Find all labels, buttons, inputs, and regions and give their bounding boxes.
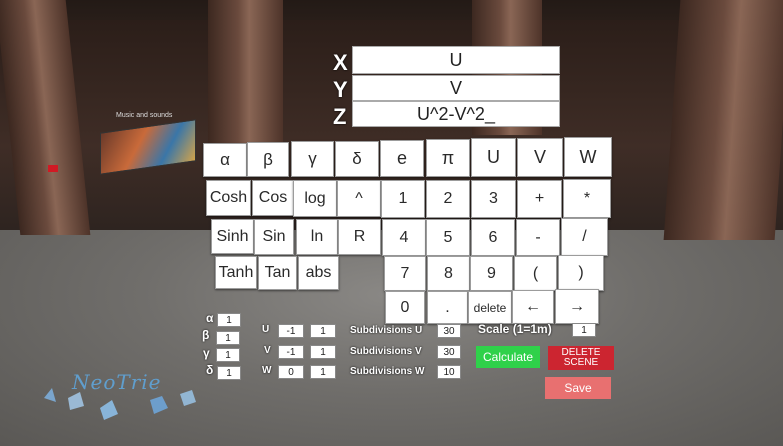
- v-max-input[interactable]: 1: [310, 345, 336, 359]
- key-tan[interactable]: Tan: [258, 256, 297, 290]
- vr-scene: Music and sounds X U Y V Z U^2-V^2_ α β …: [0, 0, 783, 446]
- y-field[interactable]: V: [352, 75, 560, 101]
- subdivisions-v-label: Subdivisions V: [350, 346, 422, 357]
- key-power[interactable]: ^: [337, 180, 381, 217]
- key-sinh[interactable]: Sinh: [211, 219, 254, 254]
- scale-label: Scale (1=1m): [478, 322, 552, 336]
- pillar: [663, 0, 783, 240]
- key-2[interactable]: 2: [426, 180, 470, 218]
- key-log[interactable]: log: [293, 180, 337, 217]
- key-delta[interactable]: δ: [335, 141, 379, 177]
- key-u[interactable]: U: [471, 138, 516, 177]
- w-max-input[interactable]: 1: [310, 365, 336, 379]
- u-min-input[interactable]: -1: [278, 324, 304, 338]
- delete-scene-button[interactable]: DELETE SCENE: [548, 346, 614, 370]
- x-field[interactable]: U: [352, 46, 560, 74]
- v-min-input[interactable]: -1: [278, 345, 304, 359]
- key-arrow-left[interactable]: ←: [512, 290, 554, 324]
- key-decimal[interactable]: .: [427, 291, 468, 324]
- key-3[interactable]: 3: [471, 180, 516, 218]
- key-sin[interactable]: Sin: [254, 219, 294, 255]
- key-arrow-right[interactable]: →: [555, 289, 599, 324]
- delta-input[interactable]: 1: [217, 366, 241, 380]
- z-field[interactable]: U^2-V^2_: [352, 101, 560, 127]
- key-pi[interactable]: π: [426, 139, 470, 177]
- u-max-input[interactable]: 1: [310, 324, 336, 338]
- key-open-paren[interactable]: (: [514, 256, 557, 291]
- key-6[interactable]: 6: [471, 219, 515, 256]
- key-cosh[interactable]: Cosh: [206, 180, 251, 216]
- x-label: X: [333, 50, 348, 75]
- key-tanh[interactable]: Tanh: [215, 256, 257, 289]
- key-close-paren[interactable]: ): [558, 255, 604, 291]
- z-label: Z: [333, 104, 347, 129]
- w-min-input[interactable]: 0: [278, 365, 304, 379]
- scale-input[interactable]: 1: [572, 323, 596, 337]
- key-r[interactable]: R: [338, 219, 381, 255]
- key-e[interactable]: e: [380, 140, 424, 177]
- subdivisions-w-input[interactable]: 10: [437, 365, 461, 379]
- u-range-label: U: [262, 324, 270, 335]
- beta-input[interactable]: 1: [216, 331, 240, 345]
- key-5[interactable]: 5: [426, 219, 470, 256]
- y-label: Y: [333, 77, 348, 102]
- key-8[interactable]: 8: [427, 256, 470, 291]
- key-1[interactable]: 1: [381, 180, 425, 218]
- key-abs[interactable]: abs: [298, 256, 339, 290]
- save-button[interactable]: Save: [545, 377, 611, 399]
- key-minus[interactable]: -: [516, 219, 560, 256]
- key-v[interactable]: V: [517, 138, 563, 177]
- key-plus[interactable]: +: [517, 180, 562, 218]
- subdivisions-u-input[interactable]: 30: [437, 324, 461, 338]
- subdivisions-u-label: Subdivisions U: [350, 325, 423, 336]
- key-divide[interactable]: /: [561, 218, 608, 256]
- key-cos[interactable]: Cos: [252, 180, 294, 216]
- pillar: [208, 0, 283, 150]
- key-9[interactable]: 9: [470, 256, 513, 291]
- calculate-button[interactable]: Calculate: [476, 346, 540, 368]
- v-range-label: V: [264, 345, 271, 356]
- key-0[interactable]: 0: [385, 291, 425, 324]
- alpha-label: α: [206, 311, 214, 325]
- alpha-input[interactable]: 1: [217, 313, 241, 327]
- music-panel-title: Music and sounds: [116, 112, 173, 119]
- key-ln[interactable]: ln: [296, 219, 338, 255]
- logo-shapes-icon: [44, 388, 196, 420]
- key-multiply[interactable]: *: [563, 179, 611, 218]
- subdivisions-v-input[interactable]: 30: [437, 345, 461, 359]
- key-delete[interactable]: delete: [468, 291, 512, 324]
- gamma-input[interactable]: 1: [216, 348, 240, 362]
- key-7[interactable]: 7: [384, 256, 426, 291]
- beta-label: β: [202, 328, 210, 342]
- key-w[interactable]: W: [564, 137, 612, 177]
- red-button[interactable]: [48, 165, 58, 172]
- key-beta[interactable]: β: [247, 142, 289, 177]
- gamma-label: γ: [203, 346, 210, 360]
- w-range-label: W: [262, 365, 272, 376]
- key-gamma[interactable]: γ: [291, 141, 334, 177]
- key-alpha[interactable]: α: [203, 143, 247, 177]
- key-4[interactable]: 4: [382, 219, 426, 256]
- subdivisions-w-label: Subdivisions W: [350, 366, 425, 377]
